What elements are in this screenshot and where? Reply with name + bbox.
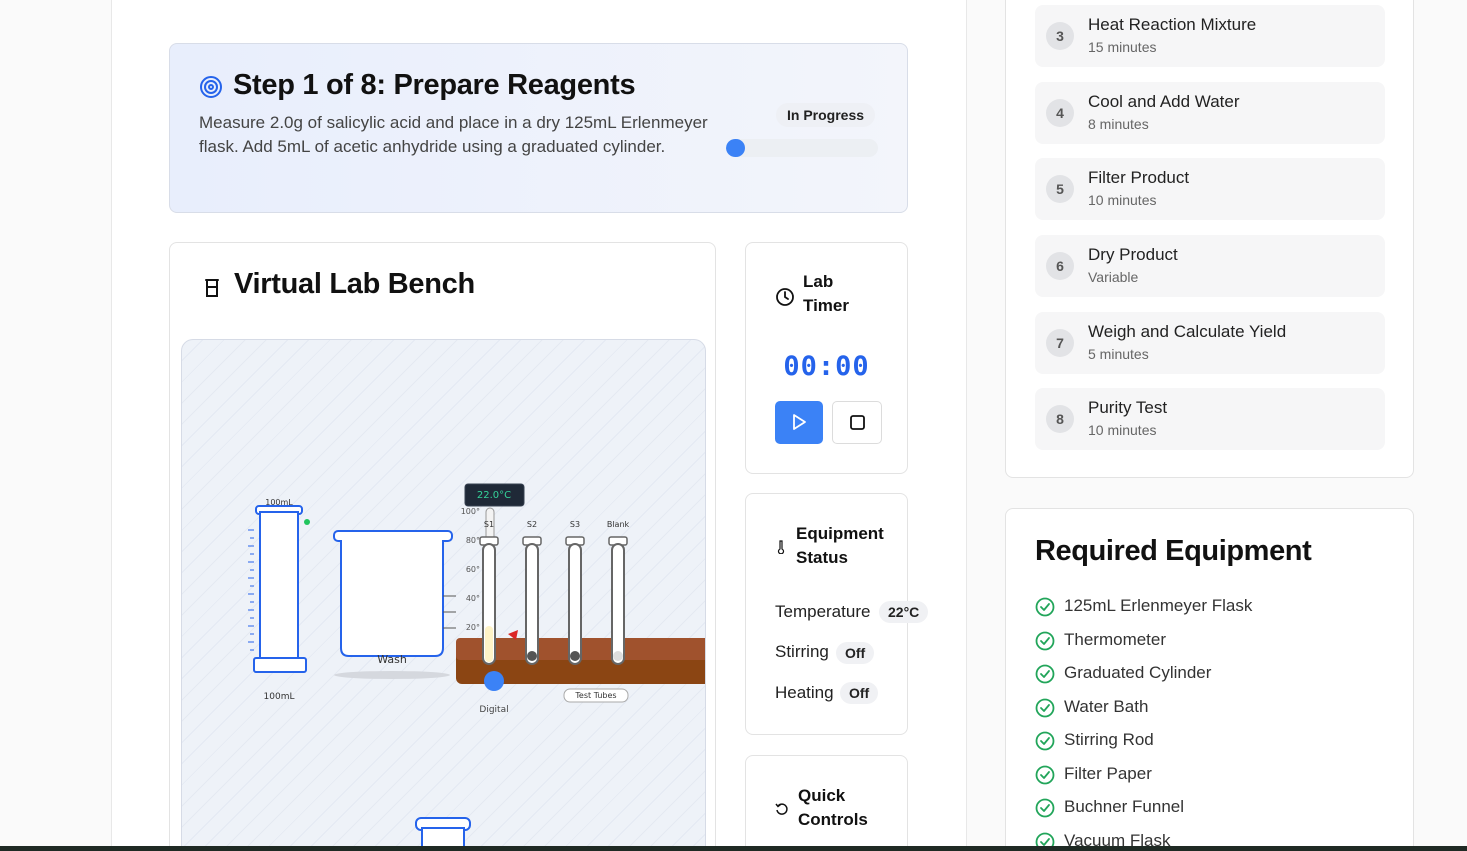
thermometer-label: Digital — [479, 705, 508, 715]
check-circle-icon — [1035, 631, 1055, 651]
quick-controls-card: Quick Controls — [745, 755, 908, 851]
step-duration: 5 minutes — [1088, 346, 1149, 362]
procedure-step-6[interactable]: 6 Dry Product Variable — [1035, 235, 1385, 297]
rack-label: Test Tubes — [574, 691, 616, 700]
cylinder-top-label: 100mL — [265, 498, 293, 507]
equipment-item-label: Stirring Rod — [1064, 730, 1154, 749]
equipment-item-label: Buchner Funnel — [1064, 797, 1185, 816]
step-number-badge: 4 — [1046, 99, 1074, 127]
target-icon — [200, 76, 222, 98]
timer-display: 00:00 — [783, 351, 870, 382]
wash-beaker[interactable]: Wash — [333, 530, 456, 679]
thermo-scale-40: 40° — [466, 594, 480, 603]
step-duration: 8 minutes — [1088, 116, 1149, 132]
thermometer-readout: 22.0°C — [477, 490, 511, 501]
step-duration: 10 minutes — [1088, 422, 1157, 438]
equipment-item-label: Thermometer — [1064, 630, 1167, 649]
timer-title: Lab Timer — [803, 272, 849, 315]
clock-icon — [776, 288, 794, 306]
thermo-scale-80: 80° — [466, 536, 480, 545]
temperature-value: 22°C — [879, 601, 929, 623]
equipment-item-label: Filter Paper — [1064, 764, 1152, 783]
equipment-item-label: Graduated Cylinder — [1064, 663, 1212, 682]
step-number-badge: 6 — [1046, 252, 1074, 280]
step-title: Weigh and Calculate Yield — [1088, 322, 1287, 341]
current-step-card: Step 1 of 8: Prepare Reagents Measure 2.… — [169, 43, 908, 213]
tube-label-s3: S3 — [570, 520, 580, 529]
procedure-step-5[interactable]: 5 Filter Product 10 minutes — [1035, 158, 1385, 220]
procedure-step-3[interactable]: 3 Heat Reaction Mixture 15 minutes — [1035, 5, 1385, 67]
beaker-icon — [205, 279, 219, 297]
procedure-step-4[interactable]: 4 Cool and Add Water 8 minutes — [1035, 82, 1385, 144]
rotate-icon — [775, 803, 788, 815]
procedure-step-7[interactable]: 7 Weigh and Calculate Yield 5 minutes — [1035, 312, 1385, 374]
thermo-scale-20: 20° — [466, 623, 480, 632]
lab-bench-canvas[interactable]: 100mL 100mL Wash Test Tubes 22.0°C 100° … — [181, 339, 706, 851]
step-description: Measure 2.0g of salicylic acid and place… — [199, 113, 708, 156]
virtual-lab-bench-card: Virtual Lab Bench 100mL 100mL Wash Test … — [169, 242, 716, 851]
step-progress-fill — [726, 139, 745, 157]
step-duration: 15 minutes — [1088, 39, 1157, 55]
tube-label-s2: S2 — [527, 520, 537, 529]
beaker-label: Wash — [377, 653, 407, 666]
check-circle-icon — [1035, 765, 1055, 785]
play-icon — [793, 414, 806, 430]
check-circle-icon — [1035, 664, 1055, 684]
step-title: Dry Product — [1088, 245, 1178, 264]
check-circle-icon — [1035, 597, 1055, 617]
check-circle-icon — [1035, 698, 1055, 718]
stirring-value: Off — [836, 642, 875, 664]
required-equipment-title: Required Equipment — [1035, 535, 1312, 567]
graduated-cylinder[interactable]: 100mL 100mL — [248, 498, 310, 702]
step-title: Purity Test — [1088, 398, 1168, 417]
procedure-card: 3 Heat Reaction Mixture 15 minutes 4 Cool an… — [1005, 0, 1414, 478]
equipment-item-label: 125mL Erlenmeyer Flask — [1064, 596, 1253, 615]
test-tube-s3[interactable]: S3 — [565, 520, 585, 665]
test-tube-s1[interactable]: S1 — [479, 520, 499, 665]
step-number-badge: 5 — [1046, 175, 1074, 203]
step-progress-bar — [726, 139, 878, 157]
check-circle-icon — [1035, 798, 1055, 818]
thermo-scale-60: 60° — [466, 565, 480, 574]
test-tube-s2[interactable]: S2 — [522, 520, 542, 665]
heating-label: Heating — [775, 683, 834, 702]
status-badge: In Progress — [776, 103, 876, 127]
check-circle-icon — [1035, 731, 1055, 751]
quick-controls-title: Quick Controls — [798, 786, 868, 829]
step-title: Filter Product — [1088, 168, 1190, 187]
tube-label-s1: S1 — [484, 520, 494, 529]
step-title: Heat Reaction Mixture — [1088, 15, 1257, 34]
tube-label-blank: Blank — [607, 520, 630, 529]
required-equipment-card: Required Equipment 125mL Erlenmeyer Flas… — [1005, 508, 1414, 851]
thermometer-icon — [777, 540, 785, 554]
step-number-badge: 8 — [1046, 405, 1074, 433]
temperature-label: Temperature — [775, 602, 871, 621]
heating-value: Off — [840, 682, 879, 704]
procedure-step-8[interactable]: 8 Purity Test 10 minutes — [1035, 388, 1385, 450]
equipment-status-title: Equipment Status — [796, 524, 884, 567]
bottom-bar — [0, 846, 1467, 851]
step-number-badge: 3 — [1046, 22, 1074, 50]
stop-icon — [850, 415, 865, 430]
equipment-status-card: Equipment Status Temperature 22°C Stirri… — [745, 493, 929, 735]
step-duration: 10 minutes — [1088, 192, 1157, 208]
step-title: Step 1 of 8: Prepare Reagents — [233, 69, 636, 101]
step-duration: Variable — [1088, 269, 1139, 285]
lab-timer-card: Lab Timer 00:00 — [745, 242, 908, 474]
thermo-scale-100: 100° — [461, 507, 480, 516]
cylinder-bottom-label: 100mL — [264, 692, 295, 702]
step-title: Cool and Add Water — [1088, 92, 1240, 111]
step-number-badge: 7 — [1046, 329, 1074, 357]
stirring-label: Stirring — [775, 642, 829, 661]
start-timer-button[interactable] — [775, 401, 823, 444]
bench-title: Virtual Lab Bench — [234, 268, 475, 300]
stop-timer-button[interactable] — [832, 401, 882, 444]
equipment-item-label: Water Bath — [1064, 697, 1149, 716]
